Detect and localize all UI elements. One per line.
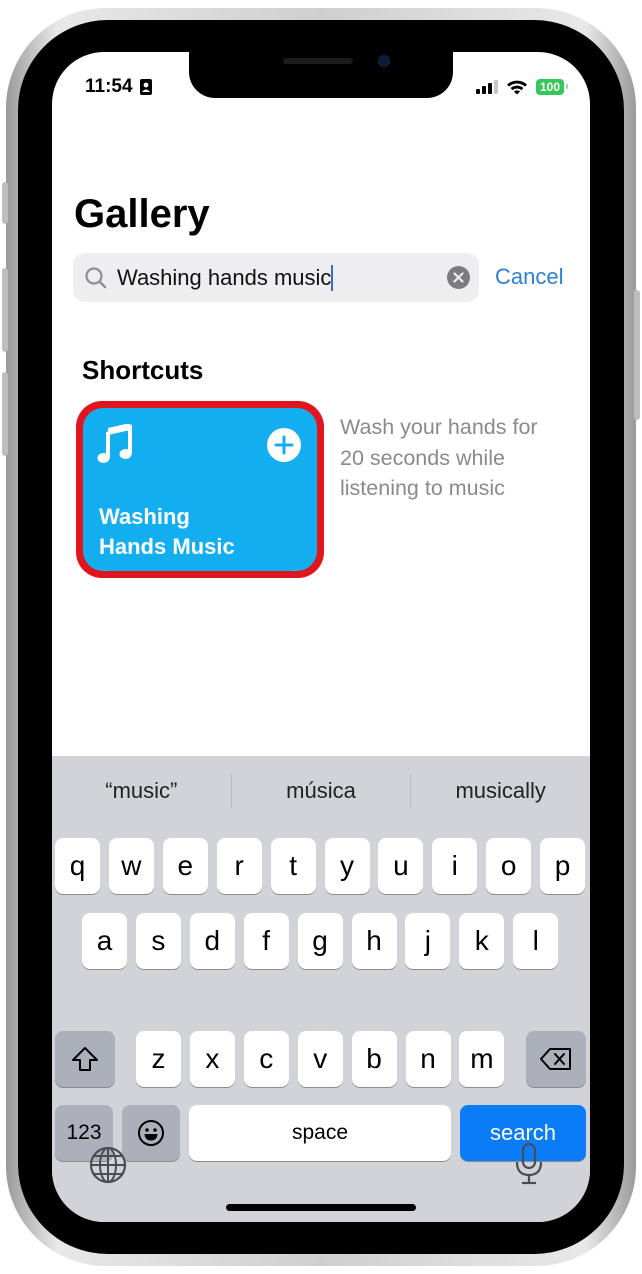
key-t[interactable]: t [270,838,316,894]
earpiece-speaker [283,58,353,64]
shift-key[interactable] [55,1031,115,1087]
key-p[interactable]: p [540,838,586,894]
key-c[interactable]: c [243,1031,289,1087]
suggestion-2[interactable]: música [232,778,411,804]
backspace-icon [540,1048,571,1070]
predictive-bar: “music” música musically [52,756,590,826]
key-v[interactable]: v [297,1031,343,1087]
volume-down-button [2,372,8,456]
status-bar-right: 100 [475,79,569,95]
microphone-icon[interactable] [514,1142,544,1186]
search-input[interactable]: Washing hands music [73,253,479,302]
battery-icon: 100 [535,79,569,95]
key-q[interactable]: q [55,838,100,894]
search-field-value-wrapper: Washing hands music [117,264,334,291]
key-e[interactable]: e [162,838,208,894]
key-k[interactable]: k [459,913,505,969]
text-cursor [331,264,334,291]
key-l[interactable]: l [513,913,559,969]
key-n[interactable]: n [405,1031,451,1087]
key-u[interactable]: u [378,838,424,894]
section-title-shortcuts: Shortcuts [82,355,204,385]
cancel-button[interactable]: Cancel [495,264,563,290]
suggestion-1[interactable]: “music” [52,778,231,804]
key-s[interactable]: s [135,913,181,969]
key-b[interactable]: b [351,1031,397,1087]
suggestion-3[interactable]: musically [411,778,590,804]
plus-circle-icon [274,435,294,455]
cellular-signal-icon [475,80,498,94]
page-title: Gallery [74,192,210,236]
status-time: 11:54 [85,76,133,97]
emoji-icon [138,1120,164,1146]
key-i[interactable]: i [432,838,478,894]
notch [189,52,453,98]
clear-icon [453,272,464,283]
volume-up-button [2,268,8,352]
wifi-icon [506,80,527,95]
music-note-icon [97,424,132,463]
key-a[interactable]: a [82,913,127,969]
keyboard: “music” música musically qwertyuiop asdfg… [52,756,590,1222]
key-x[interactable]: x [189,1031,235,1087]
search-icon [85,266,107,288]
status-bar-left: 11:54 [85,76,153,98]
key-f[interactable]: f [243,913,289,969]
key-d[interactable]: d [189,913,235,969]
key-y[interactable]: y [324,838,370,894]
key-o[interactable]: o [486,838,532,894]
home-indicator[interactable] [226,1204,416,1211]
shortcut-description: Wash your hands for 20 seconds while lis… [340,415,538,500]
ringer-switch [2,182,8,224]
key-z[interactable]: z [136,1031,181,1087]
key-r[interactable]: r [216,838,262,894]
key-m[interactable]: m [459,1031,505,1087]
globe-icon[interactable] [89,1146,127,1184]
key-j[interactable]: j [405,913,451,969]
screen: 11:54 100 Gallery Washing hands music Ca… [52,52,590,1222]
shortcut-title: Washing Hands Music [99,504,235,559]
delete-key[interactable] [526,1031,586,1087]
space-key[interactable]: space [189,1105,451,1161]
clear-search-button[interactable] [447,266,470,289]
contact-card-icon [139,79,152,95]
front-camera [378,55,390,67]
key-g[interactable]: g [297,913,343,969]
key-h[interactable]: h [351,913,397,969]
emoji-key[interactable] [122,1105,180,1161]
key-w[interactable]: w [108,838,154,894]
search-field-value: Washing hands music [117,264,332,290]
power-button [634,290,640,420]
shortcut-card[interactable]: Washing Hands Music [83,408,317,571]
add-shortcut-button[interactable] [267,428,301,462]
shift-icon [72,1047,98,1071]
